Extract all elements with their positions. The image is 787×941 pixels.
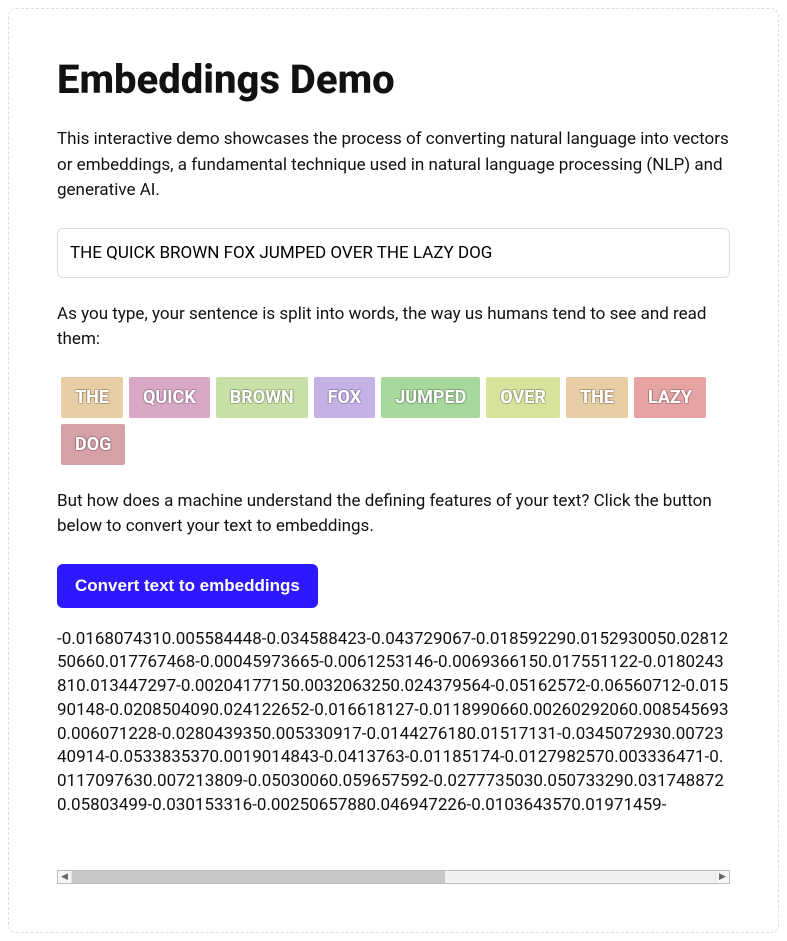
convert-button[interactable]: Convert text to embeddings [57, 564, 318, 608]
sentence-input[interactable] [57, 228, 730, 278]
intro-text: This interactive demo showcases the proc… [57, 127, 730, 204]
token-the-0: THE [61, 377, 123, 418]
horizontal-scrollbar[interactable]: ◀ ▶ [57, 870, 730, 884]
token-list: THEQUICKBROWNFOXJUMPEDOVERTHELAZYDOG [57, 377, 730, 465]
embedding-output-wrap: -0.0168074310.005584448-0.034588423-0.04… [57, 628, 730, 884]
token-brown-2: BROWN [216, 377, 308, 418]
scroll-track[interactable] [72, 871, 715, 883]
token-jumped-4: JUMPED [381, 377, 480, 418]
token-dog-8: DOG [61, 424, 125, 465]
split-caption: As you type, your sentence is split into… [57, 302, 730, 353]
demo-container: Embeddings Demo This interactive demo sh… [8, 8, 779, 933]
page-title: Embeddings Demo [57, 57, 730, 103]
machine-caption: But how does a machine understand the de… [57, 489, 730, 540]
token-quick-1: QUICK [129, 377, 210, 418]
scroll-thumb[interactable] [72, 871, 445, 883]
token-lazy-7: LAZY [634, 377, 706, 418]
token-over-5: OVER [486, 377, 560, 418]
scroll-left-arrow-icon[interactable]: ◀ [58, 871, 72, 883]
token-fox-3: FOX [314, 377, 376, 418]
scroll-right-arrow-icon[interactable]: ▶ [715, 871, 729, 883]
token-the-6: THE [566, 377, 628, 418]
embedding-output[interactable]: -0.0168074310.005584448-0.034588423-0.04… [57, 628, 730, 868]
